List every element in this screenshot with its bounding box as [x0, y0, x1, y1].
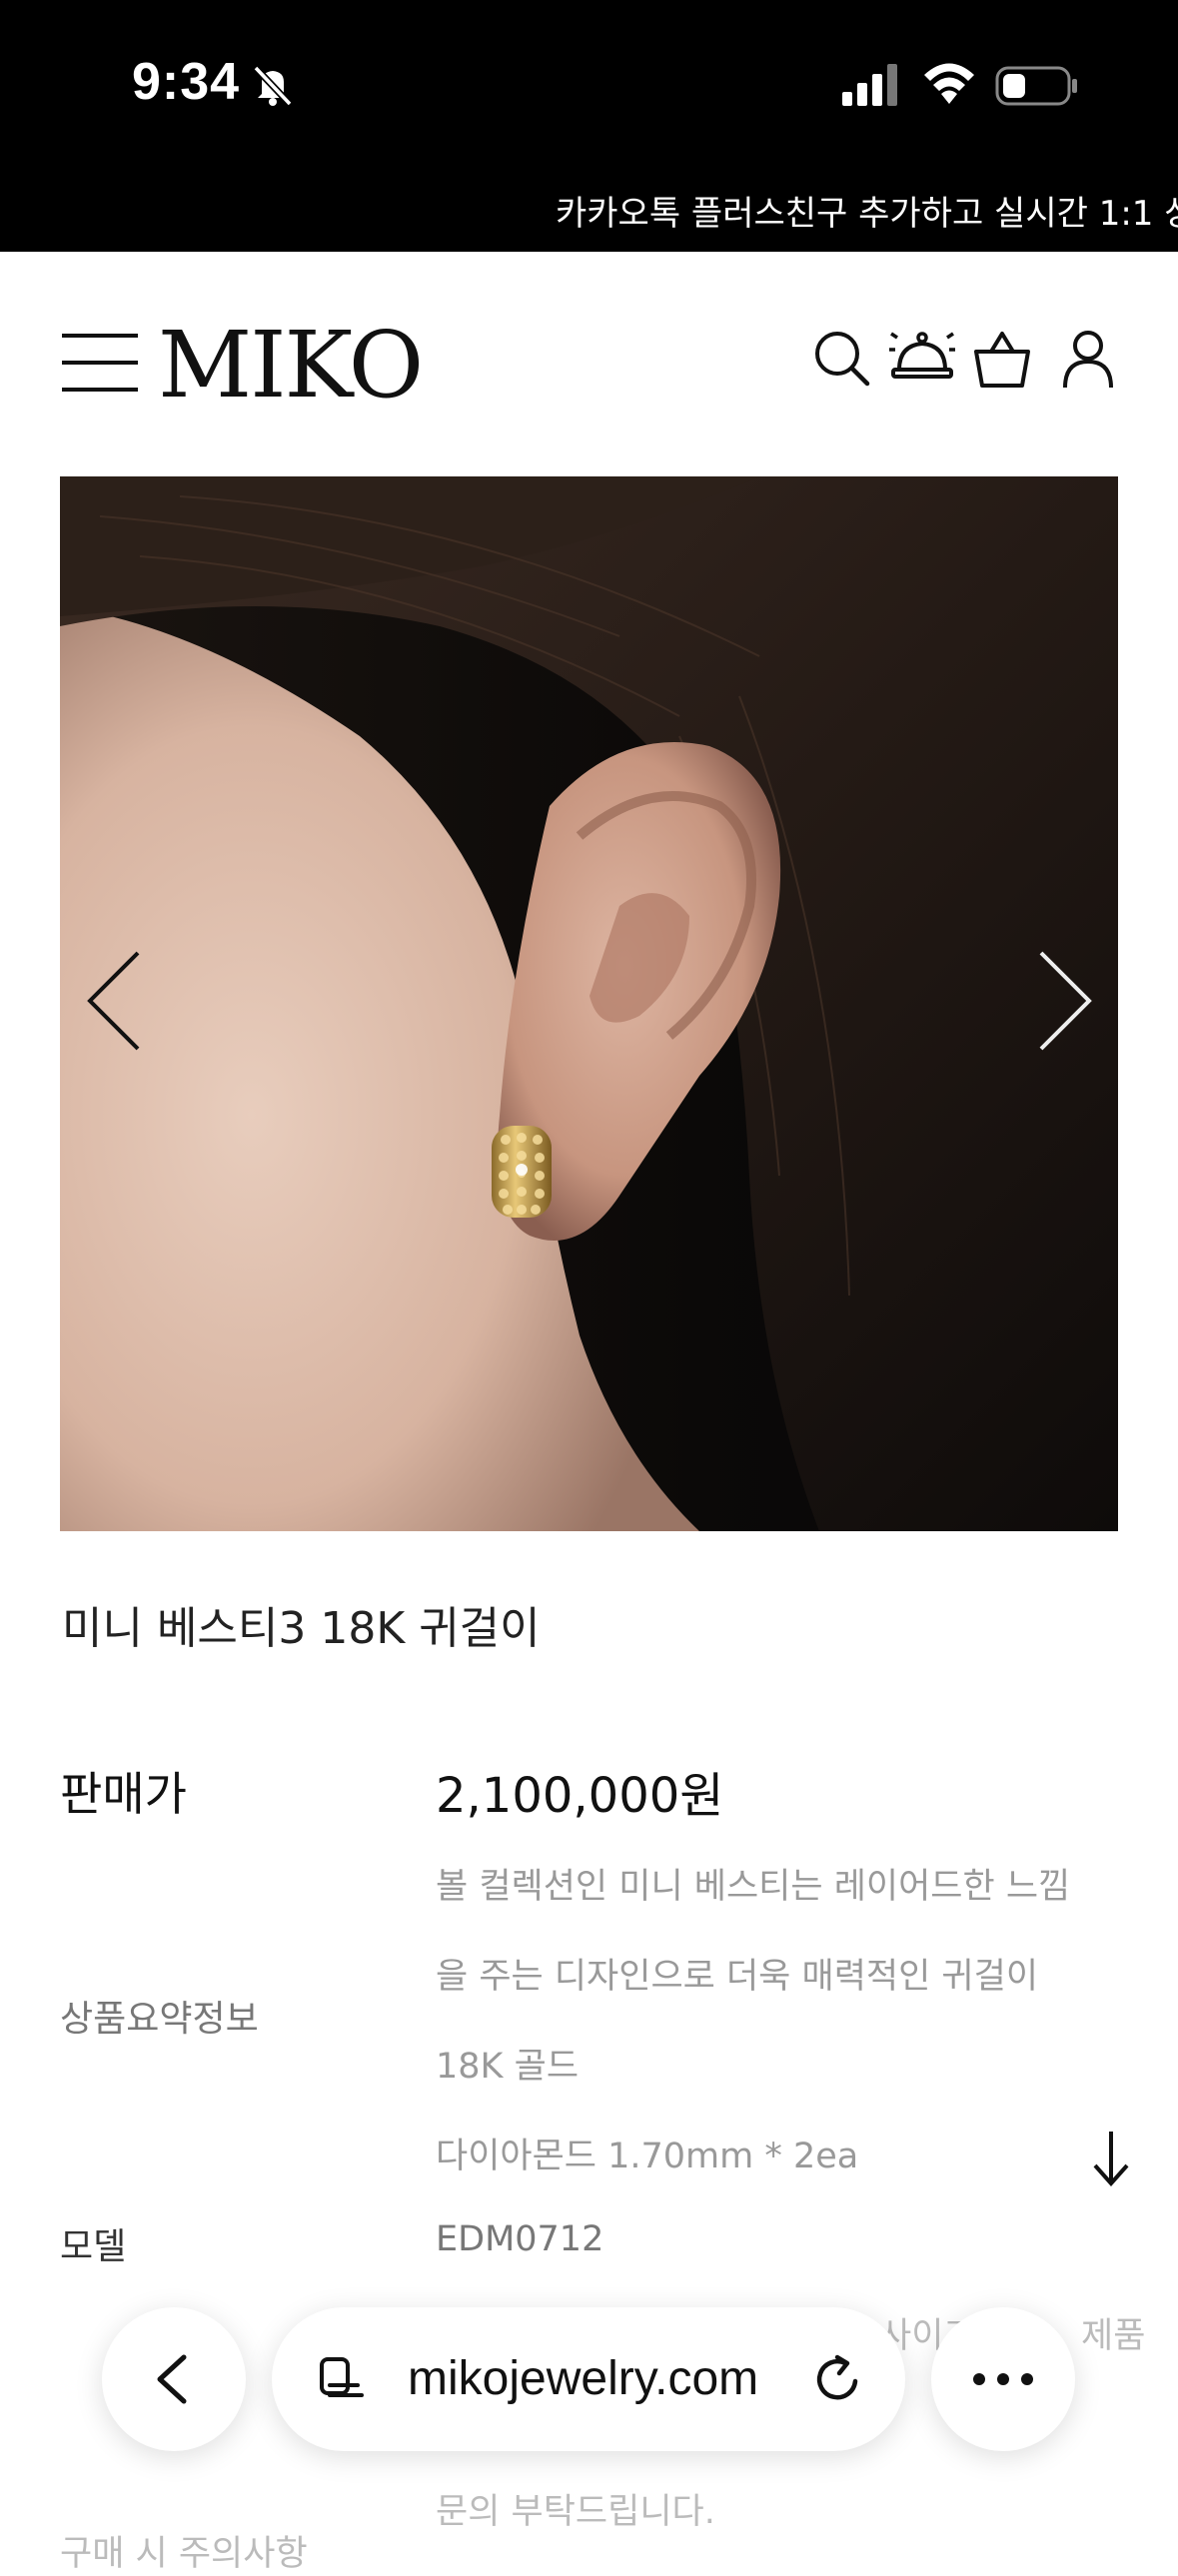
- summary-label: 상품요약정보: [60, 1999, 259, 2040]
- status-time: 9:34: [132, 53, 241, 111]
- more-dots-icon: [973, 2373, 1033, 2385]
- summary-line: 다이아몬드 1.70mm * 2ea: [436, 2137, 859, 2176]
- product-name: 미니 베스티3 18K 귀걸이: [62, 1603, 541, 1654]
- url-text: mikojewelry.com: [408, 2352, 759, 2405]
- hamburger-menu-icon[interactable]: [62, 332, 138, 394]
- cellular-signal-icon: [842, 64, 897, 106]
- model-label: 모델: [60, 2226, 127, 2267]
- earring: [492, 1126, 552, 1218]
- site-logo[interactable]: MIKO: [158, 312, 424, 419]
- wifi-icon: [924, 63, 974, 104]
- promo-banner[interactable]: 카카오톡 플러스친구 추가하고 실시간 1:1 상담: [0, 160, 1178, 252]
- scroll-down-arrow-icon[interactable]: [1089, 2128, 1133, 2187]
- search-icon[interactable]: [811, 328, 873, 390]
- page-menu-icon: [320, 2357, 364, 2397]
- browser-back-button[interactable]: [102, 2307, 246, 2451]
- faded-label: 구매 시 주의사항: [60, 2534, 308, 2574]
- model-value: EDM0712: [436, 2219, 604, 2259]
- status-bar: 9:34: [0, 0, 1178, 160]
- browser-url-bar[interactable]: mikojewelry.com: [272, 2307, 905, 2451]
- carousel-prev-arrow-icon[interactable]: [84, 949, 144, 1053]
- promo-text: 카카오톡 플러스친구 추가하고 실시간 1:1 상담: [556, 194, 1178, 234]
- summary-line: 18K 골드: [436, 2047, 580, 2087]
- silent-bell-icon: [253, 65, 293, 107]
- shopping-basket-icon[interactable]: [971, 328, 1033, 390]
- product-image[interactable]: [60, 476, 1118, 1531]
- service-bell-icon[interactable]: [889, 324, 955, 390]
- user-account-icon[interactable]: [1057, 328, 1119, 390]
- battery-icon: [995, 66, 1077, 106]
- faded-text: 문의 부탁드립니다.: [436, 2492, 715, 2532]
- summary-line: 을 주는 디자인으로 더욱 매력적인 귀걸이: [436, 1957, 1039, 1997]
- product-photo-earring: [60, 476, 1118, 1531]
- price-label: 판매가: [60, 1767, 187, 1821]
- reload-icon[interactable]: [811, 2351, 867, 2407]
- price-value: 2,100,000원: [436, 1768, 724, 1824]
- browser-more-button[interactable]: [931, 2307, 1075, 2451]
- chevron-left-icon: [157, 2354, 187, 2404]
- faded-text: 제품: [1081, 2316, 1146, 2356]
- summary-line: 볼 컬렉션인 미니 베스티는 레이어드한 느낌: [436, 1867, 1071, 1907]
- carousel-next-arrow-icon[interactable]: [1035, 949, 1095, 1053]
